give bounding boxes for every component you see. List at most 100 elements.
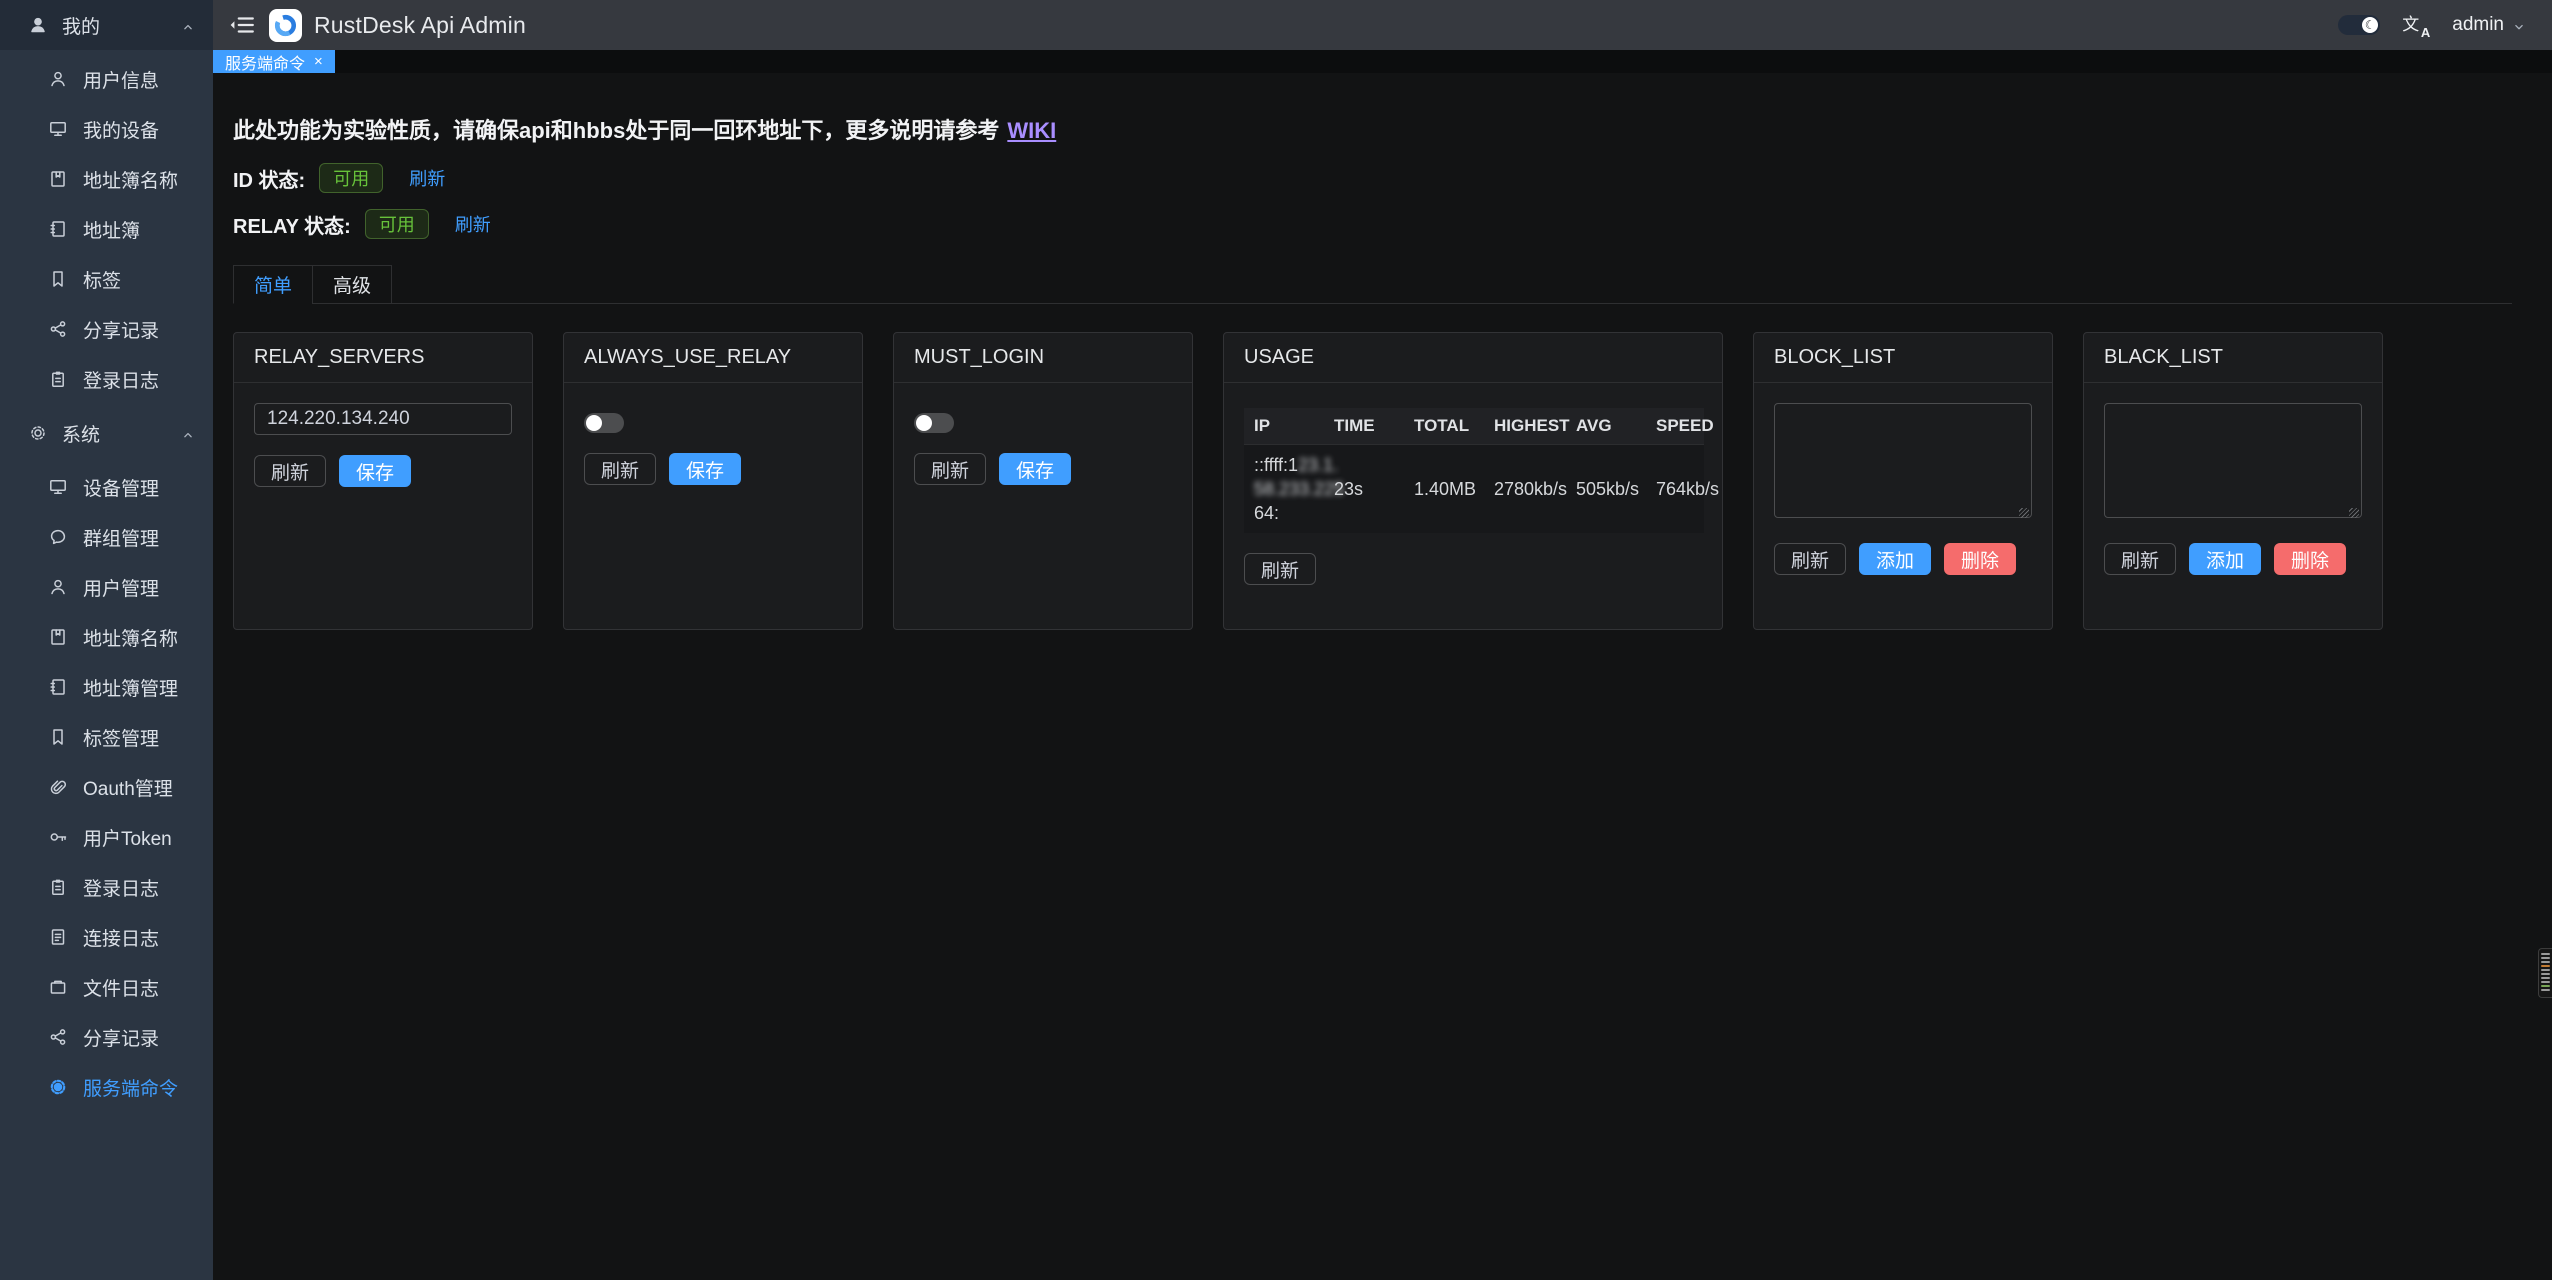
tab-close-icon[interactable]: × bbox=[314, 54, 323, 69]
key-icon bbox=[48, 827, 68, 847]
sidebar-item-share-records[interactable]: 分享记录 bbox=[0, 304, 213, 354]
username: admin bbox=[2452, 14, 2504, 36]
card-title: MUST_LOGIN bbox=[894, 333, 1192, 383]
sidebar-item-addressbook-mgmt[interactable]: 地址簿管理 bbox=[0, 662, 213, 712]
paperclip-icon bbox=[48, 777, 68, 797]
sidebar-item-label: 用户Token bbox=[83, 824, 172, 851]
relay-servers-refresh-button[interactable]: 刷新 bbox=[254, 455, 326, 487]
card-title: BLOCK_LIST bbox=[1754, 333, 2052, 383]
relay-status-label: RELAY 状态: bbox=[233, 210, 351, 239]
chevron-up-icon bbox=[181, 426, 195, 440]
id-status-row: ID 状态: 可用 刷新 bbox=[233, 163, 2512, 193]
must-login-toggle[interactable] bbox=[914, 413, 954, 433]
minimap-bar bbox=[2541, 977, 2550, 979]
page-minimap-widget[interactable] bbox=[2538, 948, 2552, 998]
rustdesk-logo bbox=[269, 9, 302, 42]
usage-table-row: ::ffff:123.1. 58.233.225 64: 23s 1.40MB … bbox=[1244, 445, 1704, 534]
sidebar-item-user-info[interactable]: 用户信息 bbox=[0, 54, 213, 104]
top-header: RustDesk Api Admin ☾ 文A admin bbox=[213, 0, 2552, 50]
card-always-use-relay: ALWAYS_USE_RELAY 刷新 保存 bbox=[563, 332, 863, 630]
sidebar-item-addressbook[interactable]: 地址簿 bbox=[0, 204, 213, 254]
sidebar-item-user-mgmt[interactable]: 用户管理 bbox=[0, 562, 213, 612]
collapse-menu-icon[interactable] bbox=[229, 14, 255, 36]
minimap-bar bbox=[2541, 957, 2550, 959]
block-list-textarea[interactable] bbox=[1774, 403, 2032, 518]
sidebar-item-label: 用户信息 bbox=[83, 66, 159, 93]
minimap-bar bbox=[2541, 985, 2550, 987]
relay-servers-save-button[interactable]: 保存 bbox=[339, 455, 411, 487]
card-relay-servers: RELAY_SERVERS 刷新 保存 bbox=[233, 332, 533, 630]
block-list-delete-button[interactable]: 删除 bbox=[1944, 543, 2016, 575]
tab-simple[interactable]: 简单 bbox=[233, 265, 313, 304]
bookmark-icon bbox=[48, 727, 68, 747]
sidebar-item-label: 地址簿名称 bbox=[83, 166, 178, 193]
black-list-textarea[interactable] bbox=[2104, 403, 2362, 518]
sidebar-item-login-logs[interactable]: 登录日志 bbox=[0, 354, 213, 404]
id-status-badge: 可用 bbox=[319, 163, 383, 193]
sidebar-section-system[interactable]: 系统 bbox=[0, 408, 213, 458]
always-use-relay-save-button[interactable]: 保存 bbox=[669, 453, 741, 485]
black-list-delete-button[interactable]: 删除 bbox=[2274, 543, 2346, 575]
bookmark-icon bbox=[48, 269, 68, 289]
resize-grip-icon[interactable] bbox=[2349, 508, 2359, 518]
sidebar-item-label: Oauth管理 bbox=[83, 774, 173, 801]
notebook-icon bbox=[48, 169, 68, 189]
sidebar-item-my-devices[interactable]: 我的设备 bbox=[0, 104, 213, 154]
mode-tabs: 简单 高级 bbox=[233, 265, 2512, 304]
usage-refresh-button[interactable]: 刷新 bbox=[1244, 553, 1316, 585]
language-switch-icon[interactable]: 文A bbox=[2402, 12, 2430, 38]
share-icon bbox=[48, 319, 68, 339]
sidebar-item-label: 标签管理 bbox=[83, 724, 159, 751]
sidebar: 我的 用户信息 我的设备 地址簿名称 地址簿 标签 bbox=[0, 0, 213, 1280]
tab-server-commands[interactable]: 服务端命令 × bbox=[213, 50, 335, 73]
redacted-ip-part: 58.233.225 bbox=[1254, 479, 1344, 499]
gear-filled-icon bbox=[48, 1077, 68, 1097]
sidebar-item-user-token[interactable]: 用户Token bbox=[0, 812, 213, 862]
block-list-add-button[interactable]: 添加 bbox=[1859, 543, 1931, 575]
id-status-refresh-link[interactable]: 刷新 bbox=[409, 165, 445, 191]
sidebar-section-mine-items: 用户信息 我的设备 地址簿名称 地址簿 标签 分享记录 bbox=[0, 50, 213, 408]
must-login-refresh-button[interactable]: 刷新 bbox=[914, 453, 986, 485]
sidebar-item-share-records-sys[interactable]: 分享记录 bbox=[0, 1012, 213, 1062]
sidebar-item-file-logs[interactable]: 文件日志 bbox=[0, 962, 213, 1012]
gear-icon bbox=[28, 423, 48, 443]
sidebar-item-label: 我的设备 bbox=[83, 116, 159, 143]
sidebar-item-server-commands[interactable]: 服务端命令 bbox=[0, 1062, 213, 1112]
redacted-ip-part: 23.1. bbox=[1298, 455, 1338, 475]
relay-status-refresh-link[interactable]: 刷新 bbox=[455, 211, 491, 237]
resize-grip-icon[interactable] bbox=[2019, 508, 2029, 518]
clipboard-icon bbox=[48, 877, 68, 897]
user-menu[interactable]: admin bbox=[2452, 14, 2526, 36]
dark-mode-toggle[interactable]: ☾ bbox=[2338, 15, 2380, 35]
sidebar-item-tags[interactable]: 标签 bbox=[0, 254, 213, 304]
always-use-relay-refresh-button[interactable]: 刷新 bbox=[584, 453, 656, 485]
black-list-refresh-button[interactable]: 刷新 bbox=[2104, 543, 2176, 575]
wiki-link[interactable]: WIKI bbox=[1007, 118, 1056, 143]
sidebar-item-group-mgmt[interactable]: 群组管理 bbox=[0, 512, 213, 562]
topbar-right: ☾ 文A admin bbox=[2338, 12, 2526, 38]
usage-ip-cell: ::ffff:123.1. 58.233.225 64: bbox=[1244, 445, 1324, 534]
must-login-save-button[interactable]: 保存 bbox=[999, 453, 1071, 485]
chat-bubble-icon bbox=[48, 527, 68, 547]
main-content: 此处功能为实验性质，请确保api和hbbs处于同一回环地址下，更多说明请参考WI… bbox=[213, 73, 2552, 1280]
sidebar-section-mine[interactable]: 我的 bbox=[0, 0, 213, 50]
black-list-add-button[interactable]: 添加 bbox=[2189, 543, 2261, 575]
sidebar-item-login-logs-sys[interactable]: 登录日志 bbox=[0, 862, 213, 912]
tab-advanced[interactable]: 高级 bbox=[312, 265, 392, 304]
sidebar-item-addressbook-names-mgmt[interactable]: 地址簿名称 bbox=[0, 612, 213, 662]
tab-label: 服务端命令 bbox=[225, 50, 305, 74]
usage-speed-cell: 764kb/s bbox=[1646, 445, 1704, 534]
card-black-list: BLACK_LIST 刷新 添加 删除 bbox=[2083, 332, 2383, 630]
sidebar-item-label: 服务端命令 bbox=[83, 1074, 178, 1101]
always-use-relay-toggle[interactable] bbox=[584, 413, 624, 433]
sidebar-item-connection-logs[interactable]: 连接日志 bbox=[0, 912, 213, 962]
sidebar-item-label: 地址簿 bbox=[83, 216, 140, 243]
relay-servers-input[interactable] bbox=[254, 403, 512, 435]
sidebar-item-addressbook-names[interactable]: 地址簿名称 bbox=[0, 154, 213, 204]
usage-table: IP TIME TOTAL HIGHEST AVG SPEED bbox=[1244, 408, 1704, 533]
sidebar-item-device-mgmt[interactable]: 设备管理 bbox=[0, 462, 213, 512]
block-list-refresh-button[interactable]: 刷新 bbox=[1774, 543, 1846, 575]
card-must-login: MUST_LOGIN 刷新 保存 bbox=[893, 332, 1193, 630]
sidebar-item-tag-mgmt[interactable]: 标签管理 bbox=[0, 712, 213, 762]
sidebar-item-oauth-mgmt[interactable]: Oauth管理 bbox=[0, 762, 213, 812]
